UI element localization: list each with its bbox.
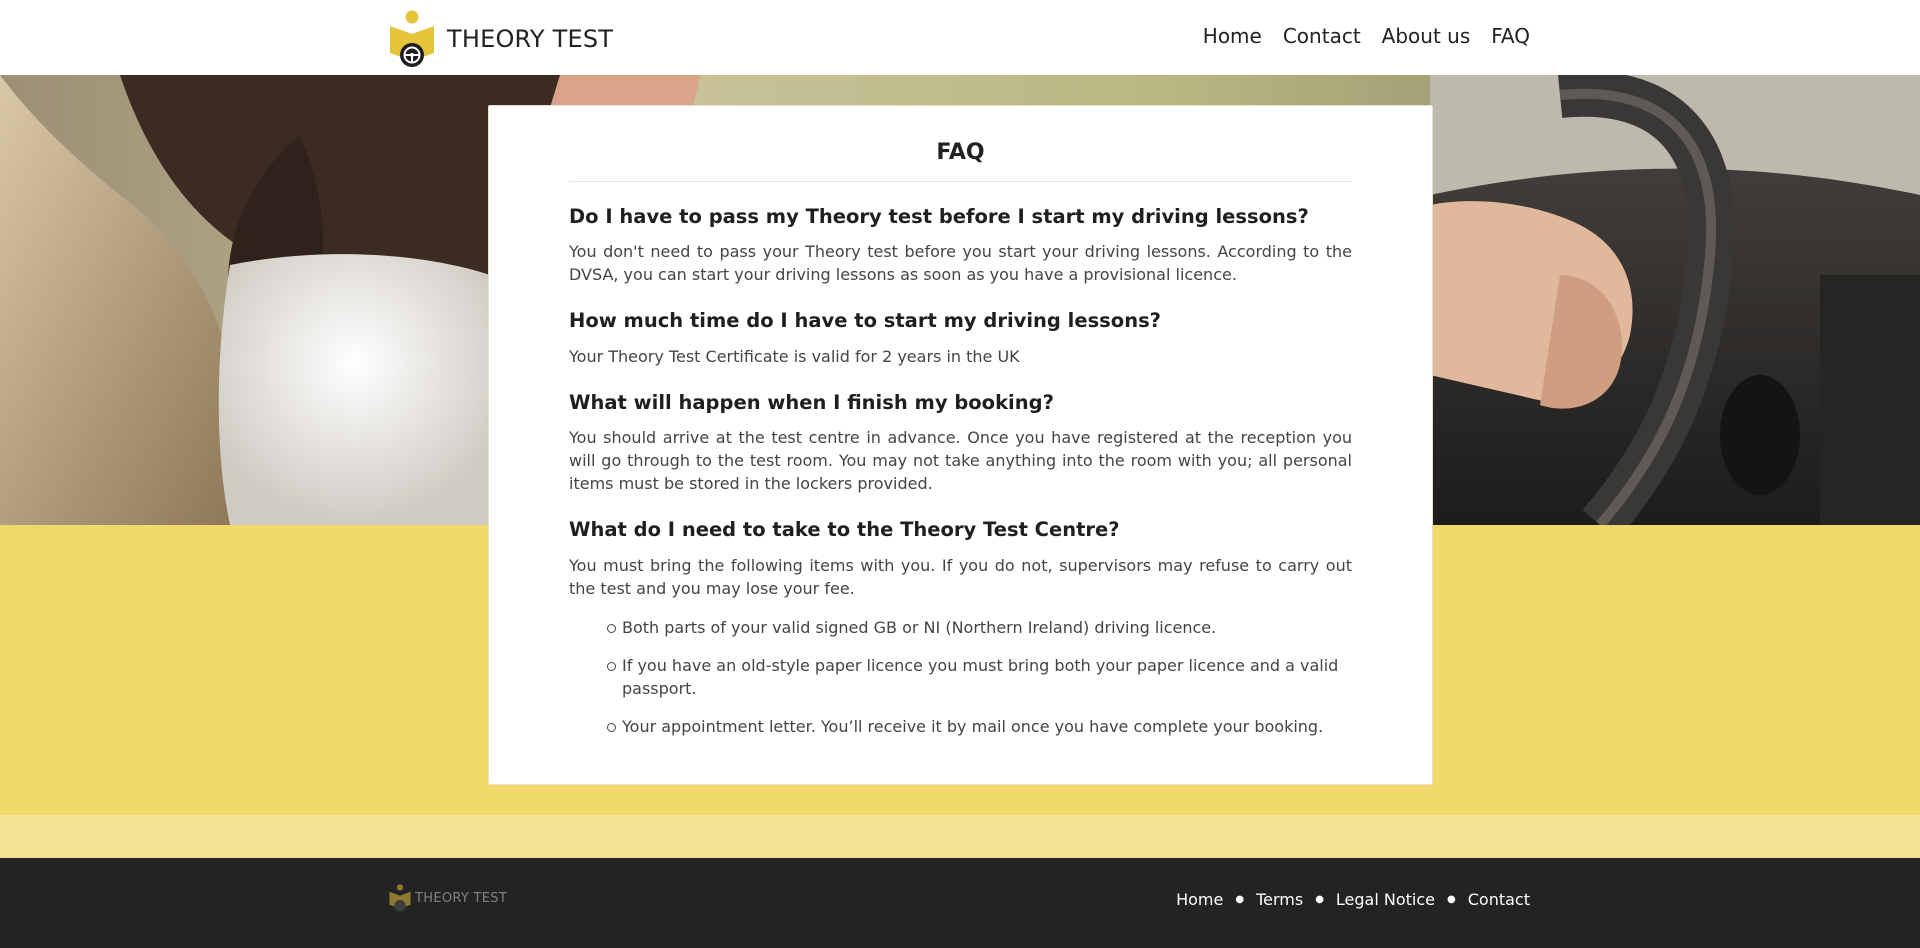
separator-dot: ● — [1235, 894, 1245, 905]
brand-logo-link[interactable]: THEORY TEST — [389, 9, 613, 69]
separator-dot: ● — [1447, 894, 1456, 905]
required-items-list: Both parts of your valid signed GB or NI… — [569, 616, 1352, 738]
list-item: Your appointment letter. You’ll receive … — [607, 715, 1352, 738]
faq-question: How much time do I have to start my driv… — [569, 309, 1161, 333]
theory-test-logo-icon — [389, 884, 411, 912]
site-footer: THEORY TEST Home ● Terms ● Legal Notice … — [0, 858, 1920, 948]
brand-name: THEORY TEST — [447, 25, 614, 53]
faq-card: FAQ Do I have to pass my Theory test bef… — [488, 105, 1433, 785]
light-yellow-strip — [0, 815, 1920, 858]
faq-question: What do I need to take to the Theory Tes… — [569, 518, 1120, 542]
nav-faq[interactable]: FAQ — [1491, 24, 1530, 48]
site-header: THEORY TEST Home Contact About us FAQ — [0, 0, 1920, 75]
footer-link-terms[interactable]: Terms — [1256, 890, 1303, 909]
footer-link-contact[interactable]: Contact — [1468, 890, 1530, 909]
faq-question: What will happen when I finish my bookin… — [569, 390, 1054, 414]
faq-answer: Your Theory Test Certificate is valid fo… — [569, 346, 1020, 366]
list-item: Both parts of your valid signed GB or NI… — [607, 616, 1352, 639]
faq-answer: You must bring the following items with … — [569, 555, 1352, 598]
footer-link-home[interactable]: Home — [1176, 890, 1223, 909]
faq-answer: You should arrive at the test centre in … — [569, 428, 1352, 494]
theory-test-logo-icon — [390, 10, 434, 67]
footer-nav: Home ● Terms ● Legal Notice ● Contact — [1176, 890, 1530, 909]
nav-about-us[interactable]: About us — [1382, 24, 1471, 48]
faq-title: FAQ — [569, 140, 1352, 182]
list-item: If you have an old-style paper licence y… — [607, 654, 1352, 700]
footer-brand-name: THEORY TEST — [415, 890, 508, 906]
faq-question: Do I have to pass my Theory test before … — [569, 205, 1309, 228]
faq-answer: You don't need to pass your Theory test … — [569, 242, 1352, 285]
nav-contact[interactable]: Contact — [1283, 24, 1361, 48]
footer-brand[interactable]: THEORY TEST — [389, 883, 507, 913]
nav-home[interactable]: Home — [1203, 24, 1262, 48]
separator-dot: ● — [1315, 894, 1324, 905]
main-nav: Home Contact About us FAQ — [1203, 24, 1530, 48]
footer-link-legal-notice[interactable]: Legal Notice — [1336, 890, 1435, 909]
